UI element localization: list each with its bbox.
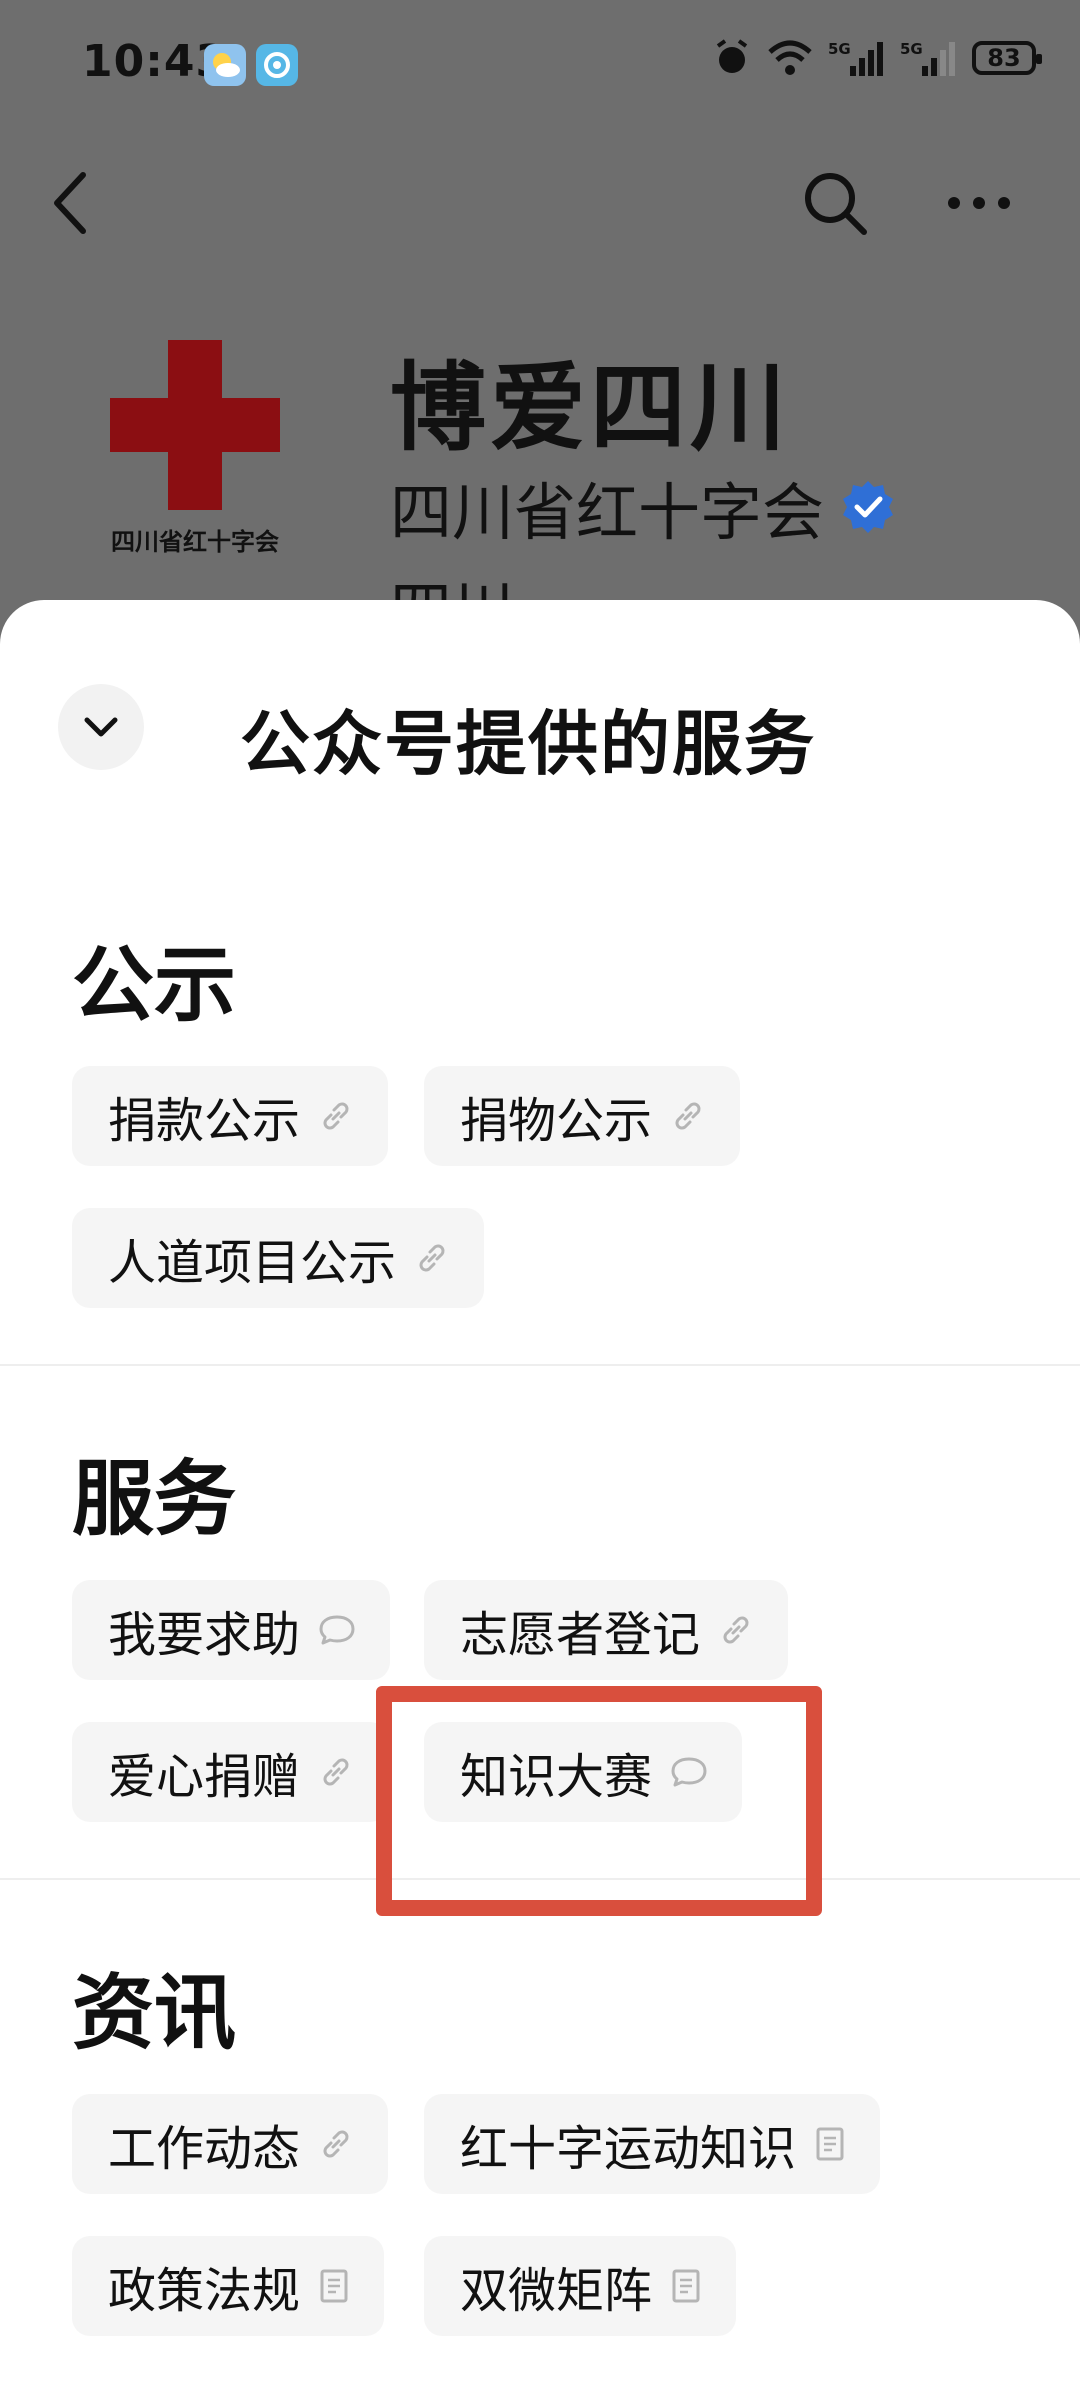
svg-text:5G: 5G [828, 40, 851, 58]
signal-icon-2: 5G [900, 40, 955, 76]
chip-label: 志愿者登记 [460, 1607, 701, 1663]
status-bar: 10:43 5G 5G 83 [0, 0, 1080, 136]
wifi-icon [768, 40, 812, 75]
service-chip-work-news[interactable]: 工作动态 [72, 2094, 389, 2194]
chip-label: 捐款公示 [108, 1093, 301, 1149]
section-title-service: 服务 [72, 1452, 237, 1547]
chip-label: 人道项目公示 [108, 1235, 397, 1291]
service-chip-red-cross-knowledge[interactable]: 红十字运动知识 [424, 2094, 881, 2194]
chevron-down-icon [84, 717, 118, 737]
signal-icon-1: 5G [828, 40, 883, 76]
article-icon [320, 2269, 348, 2303]
service-chip-policy[interactable]: 政策法规 [72, 2236, 385, 2336]
article-icon [816, 2127, 844, 2161]
service-chip-love-donation[interactable]: 爱心捐赠 [72, 1722, 389, 1822]
logo-caption: 四川省红十字会 [111, 528, 279, 556]
chip-label: 红十字运动知识 [460, 2121, 797, 2177]
background-overlay[interactable]: 10:43 5G 5G 83 四川省红十字会 博爱四川 四川省红十字会 [0, 0, 1080, 700]
account-profile: 四川省红十字会 博爱四川 四川省红十字会 四川 [0, 300, 1080, 647]
back-button[interactable] [36, 168, 106, 238]
svg-text:5G: 5G [900, 40, 923, 58]
alarm-icon [716, 39, 748, 73]
service-chip-donation-public[interactable]: 捐款公示 [72, 1066, 389, 1166]
status-icons: 5G 5G 83 [712, 38, 1042, 78]
more-button[interactable] [944, 168, 1014, 238]
service-chip-ask-help[interactable]: 我要求助 [72, 1580, 391, 1680]
article-icon [672, 2269, 700, 2303]
chat-bubble-icon [319, 1615, 355, 1645]
chip-label: 爱心捐赠 [108, 1749, 301, 1805]
account-org: 四川省红十字会 [390, 476, 825, 549]
red-cross-logo: 四川省红十字会 [100, 340, 290, 570]
link-icon [323, 1102, 349, 1130]
link-icon [323, 2130, 349, 2158]
top-nav [0, 150, 1080, 250]
link-icon [323, 1758, 349, 1786]
chip-label: 我要求助 [108, 1607, 301, 1663]
section-divider [0, 1364, 1080, 1366]
service-chip-volunteer-register[interactable]: 志愿者登记 [424, 1580, 789, 1680]
chip-label: 捐物公示 [460, 1093, 653, 1149]
section-title-news: 资讯 [72, 1966, 237, 2061]
service-chip-media-matrix[interactable]: 双微矩阵 [424, 2236, 737, 2336]
chip-label: 政策法规 [108, 2263, 301, 2319]
highlight-box [376, 1686, 822, 1916]
service-chip-humanitarian-public[interactable]: 人道项目公示 [72, 1208, 485, 1308]
link-icon [723, 1616, 749, 1644]
sheet-header: 公众号提供的服务 [0, 680, 1080, 785]
link-icon [419, 1244, 445, 1272]
collapse-button[interactable] [58, 684, 144, 770]
service-chip-goods-public[interactable]: 捐物公示 [424, 1066, 741, 1166]
sheet-title: 公众号提供的服务 [240, 703, 816, 785]
chip-label: 工作动态 [108, 2121, 301, 2177]
section-title-public: 公示 [72, 938, 237, 1033]
weather-app-icon [204, 44, 246, 86]
search-icon [805, 173, 867, 235]
back-arrow-icon [54, 172, 86, 234]
account-org-row: 四川省红十字会 [390, 462, 896, 552]
chip-label: 双微矩阵 [460, 2263, 653, 2319]
browser-app-icon [256, 44, 298, 86]
search-button[interactable] [800, 168, 870, 238]
battery-indicator: 83 [972, 41, 1042, 75]
verified-icon [843, 481, 894, 533]
account-name: 博爱四川 [390, 352, 790, 464]
more-icon [948, 197, 1010, 209]
link-icon [675, 1102, 701, 1130]
